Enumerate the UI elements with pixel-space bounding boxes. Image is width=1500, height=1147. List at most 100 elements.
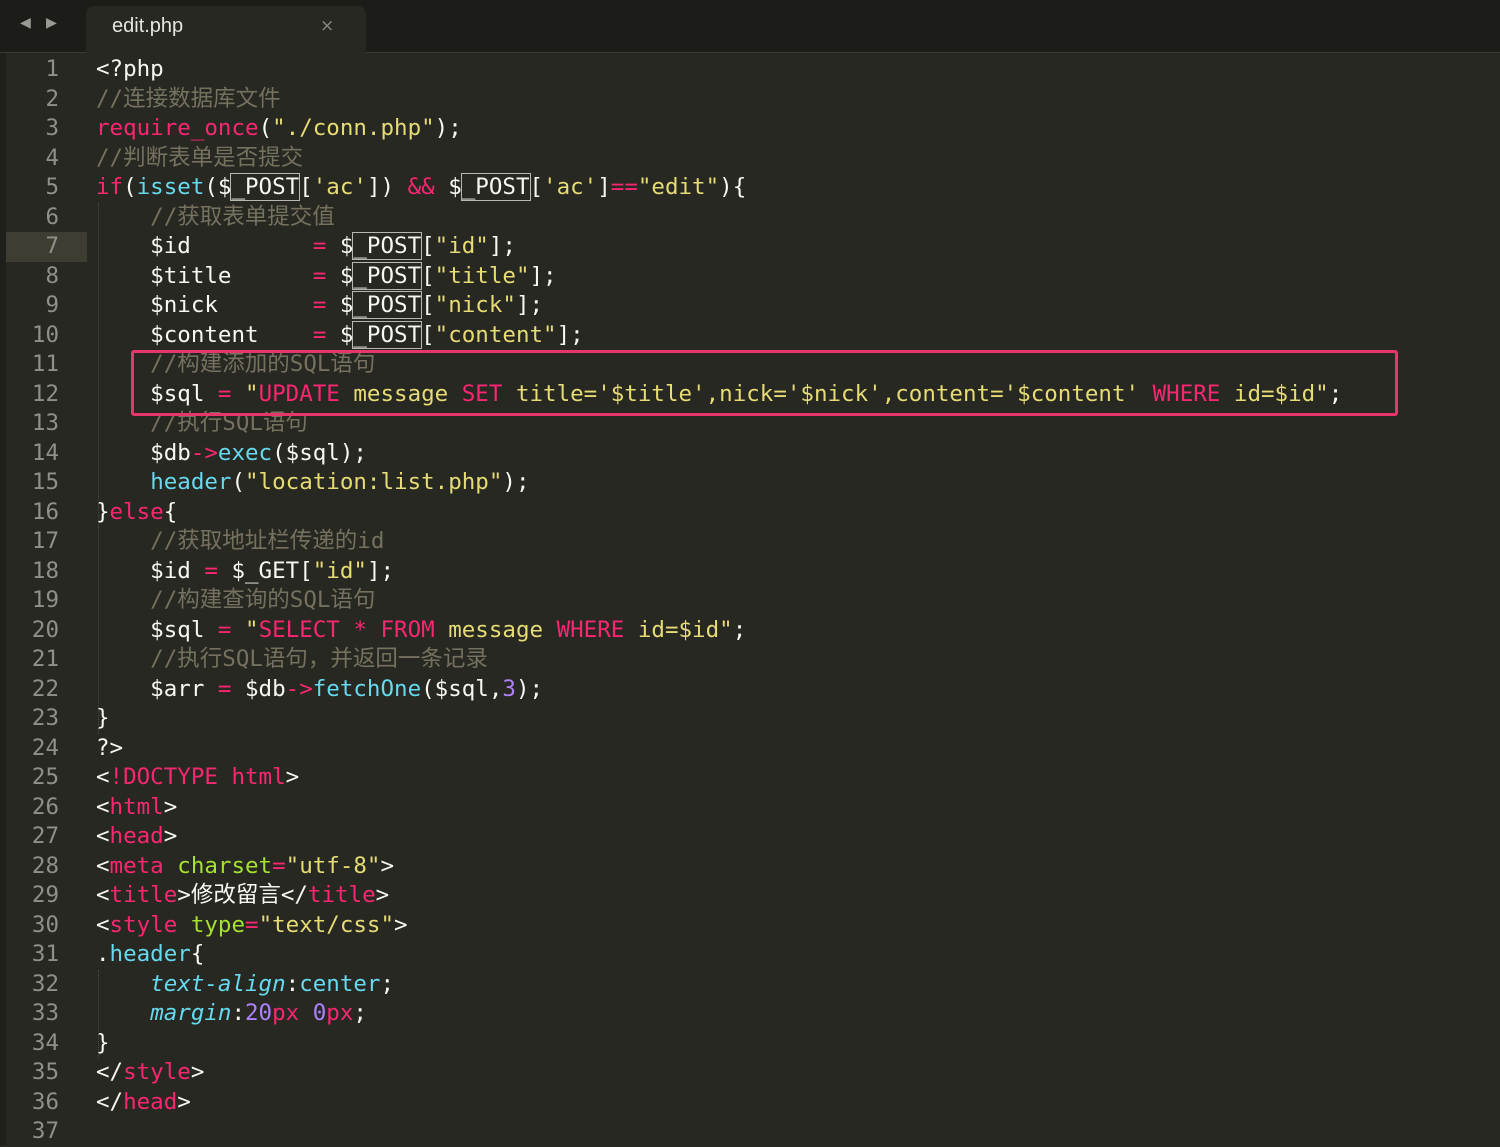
line-number: 12: [31, 380, 59, 407]
nav-forward-icon[interactable]: ▶: [46, 12, 57, 34]
code-line[interactable]: 29 <title>修改留言</title>: [6, 881, 1500, 911]
line-number: 21: [31, 646, 59, 672]
code-line[interactable]: 4 //判断表单是否提交: [6, 144, 1500, 174]
line-number: 20: [31, 616, 59, 643]
line-code: <html>: [96, 793, 178, 820]
line-number: 6: [45, 203, 59, 230]
code-line[interactable]: 17 //获取地址栏传递的id: [6, 527, 1500, 557]
code-line[interactable]: 27 <head>: [6, 822, 1500, 852]
line-number: 19: [31, 587, 59, 613]
line-code: ?>: [96, 734, 124, 761]
code-line[interactable]: 19 //构建查询的SQL语句: [6, 586, 1500, 616]
line-code: <title>修改留言</title>: [96, 882, 390, 908]
code-line[interactable]: 18 $id = $_GET["id"];: [6, 557, 1500, 587]
code-line[interactable]: 31 .header{: [6, 940, 1500, 970]
tab-edit-php[interactable]: edit.php ×: [86, 6, 366, 53]
line-code: $sql = "SELECT * FROM message WHERE id=$…: [96, 616, 747, 643]
line-number: 14: [31, 439, 59, 466]
line-code: $id = $_POST["id"];: [96, 232, 516, 260]
line-code: $id = $_GET["id"];: [96, 557, 395, 584]
line-code: margin:20px 0px;: [150, 1000, 367, 1026]
line-number: 25: [31, 764, 59, 790]
code-line[interactable]: 37: [6, 1117, 1500, 1147]
highlight-annotation: [131, 350, 1398, 416]
line-code: }else{: [96, 498, 178, 525]
code-line[interactable]: 25 <!DOCTYPE html>: [6, 763, 1500, 793]
line-code: .header{: [96, 941, 205, 967]
code-line[interactable]: 36 </head>: [6, 1088, 1500, 1118]
code-line[interactable]: 7 $id = $_POST["id"];: [6, 232, 1500, 262]
line-number: 5: [45, 174, 59, 200]
line-code: <meta charset="utf-8">: [96, 852, 395, 879]
line-number: 15: [31, 469, 59, 495]
code-line[interactable]: 24 ?>: [6, 734, 1500, 764]
line-number: 28: [31, 852, 59, 879]
line-code: require_once("./conn.php");: [96, 115, 462, 141]
line-number: 30: [31, 911, 59, 938]
line-number: 4: [45, 144, 59, 171]
line-code: <!DOCTYPE html>: [96, 764, 300, 790]
line-number: 3: [45, 115, 59, 141]
line-code: header("location:list.php");: [150, 469, 530, 495]
code-line[interactable]: 2 //连接数据库文件: [6, 85, 1500, 115]
code-line[interactable]: 23}: [6, 704, 1500, 734]
editor-window: ◀ ▶ edit.php × 1 <?php 2 //连接数据库文件 3 require_…: [0, 0, 1500, 1145]
line-number: 29: [31, 882, 59, 908]
code-line[interactable]: 9 $nick = $_POST["nick"];: [6, 291, 1500, 321]
line-number: 11: [31, 351, 59, 377]
code-line[interactable]: 1 <?php: [6, 55, 1500, 85]
code-line[interactable]: 5 if(isset($_POST['ac']) && $_POST['ac']=…: [6, 173, 1500, 203]
line-code: //构建查询的SQL语句: [96, 587, 376, 613]
line-number: 27: [31, 823, 59, 849]
line-code: $arr = $db->fetchOne($sql,3);: [96, 675, 544, 702]
code-line[interactable]: 30 <style type="text/css">: [6, 911, 1500, 941]
line-code: <?php: [96, 56, 164, 82]
code-editor[interactable]: 1 <?php 2 //连接数据库文件 3 require_once("./conn.ph…: [6, 53, 1500, 1145]
indent-guide: [98, 202, 99, 527]
code-line[interactable]: 35 </style>: [6, 1058, 1500, 1088]
tab-title: edit.php: [112, 15, 184, 37]
line-number: 34: [31, 1029, 59, 1056]
line-number: 26: [31, 793, 59, 820]
line-number: 31: [31, 941, 59, 967]
line-code: </head>: [96, 1088, 191, 1115]
indent-guide: [98, 527, 99, 734]
code-line[interactable]: 8 $title = $_POST["title"];: [6, 261, 1500, 292]
code-line[interactable]: 22 $arr = $db->fetchOne($sql,3);: [6, 675, 1500, 705]
line-code: <style type="text/css">: [96, 911, 408, 938]
line-code: //判断表单是否提交: [96, 144, 304, 171]
code-line[interactable]: 3 require_once("./conn.php");: [6, 114, 1500, 144]
line-number: 1: [45, 56, 59, 82]
code-line[interactable]: 16 }else{: [6, 498, 1500, 528]
line-number: 24: [31, 734, 59, 761]
code-line[interactable]: 6 //获取表单提交值: [6, 203, 1500, 233]
line-number: 10: [31, 321, 59, 348]
line-code: text-align:center;: [150, 970, 395, 997]
line-code: //获取表单提交值: [96, 203, 335, 230]
nav-back-icon[interactable]: ◀: [20, 12, 31, 34]
line-code: $title = $_POST["title"];: [96, 261, 557, 290]
line-number: 13: [31, 410, 59, 436]
line-code: //连接数据库文件: [96, 85, 281, 112]
line-code: //获取地址栏传递的id: [96, 528, 385, 554]
line-number: 2: [45, 85, 59, 112]
line-code: $content = $_POST["content"];: [96, 320, 584, 349]
indent-guide: [98, 969, 99, 1058]
line-number: 16: [31, 498, 59, 525]
code-line[interactable]: 10 $content = $_POST["content"];: [6, 320, 1500, 351]
code-line[interactable]: 14 $db->exec($sql);: [6, 439, 1500, 469]
close-icon[interactable]: ×: [320, 16, 334, 36]
code-line[interactable]: 28 <meta charset="utf-8">: [6, 852, 1500, 882]
line-number: 7: [6, 232, 87, 262]
code-line[interactable]: 20 $sql = "SELECT * FROM message WHERE i…: [6, 616, 1500, 646]
line-code: if(isset($_POST['ac']) && $_POST['ac']==…: [96, 173, 747, 201]
code-line[interactable]: 32 text-align:center;: [6, 970, 1500, 1000]
code-line[interactable]: 21 //执行SQL语句，并返回一条记录: [6, 645, 1500, 675]
code-line[interactable]: 34}: [6, 1029, 1500, 1059]
line-code: </style>: [96, 1059, 205, 1085]
code-line[interactable]: 26 <html>: [6, 793, 1500, 823]
code-line[interactable]: 15 header("location:list.php");: [6, 468, 1500, 498]
code-line[interactable]: 33 margin:20px 0px;: [6, 999, 1500, 1029]
line-number: 35: [31, 1059, 59, 1085]
line-number: 32: [31, 970, 59, 997]
